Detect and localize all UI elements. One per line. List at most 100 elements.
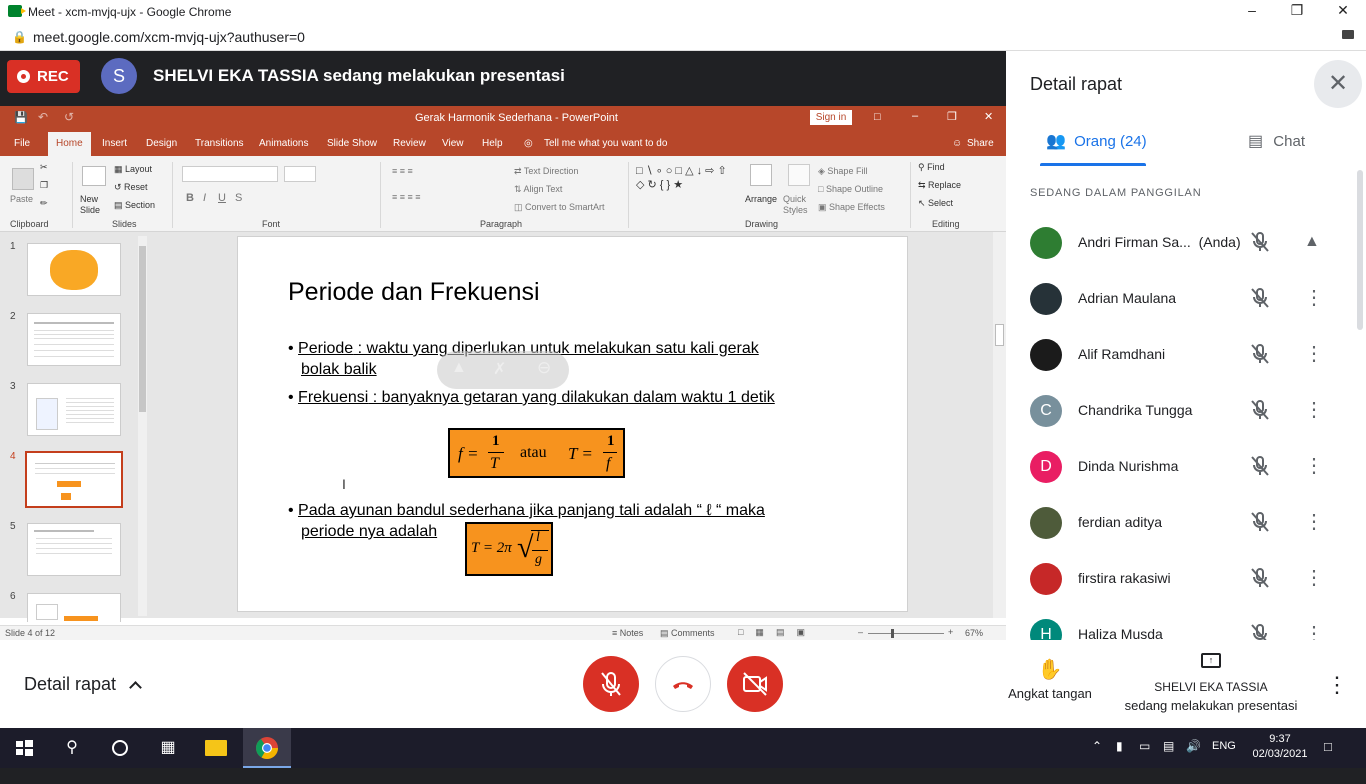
panel-scrollbar[interactable]: [1357, 170, 1363, 330]
new-slide-label: New Slide: [80, 194, 101, 215]
tab-home: Home: [48, 132, 91, 156]
slide-thumbnail-1: [27, 243, 121, 296]
tab-transitions: Transitions: [195, 138, 244, 149]
more-options-button[interactable]: ⋮: [1326, 672, 1348, 700]
active-tab-indicator: [1040, 163, 1146, 166]
zoom-out-icon: –: [858, 627, 864, 637]
tab-chat-label: Chat: [1273, 133, 1305, 150]
more-options-icon[interactable]: ⋮: [1304, 565, 1324, 591]
more-options-icon[interactable]: ⋮: [1304, 341, 1324, 367]
close-panel-button[interactable]: ✕: [1314, 60, 1362, 108]
chrome-taskbar-button[interactable]: [243, 728, 291, 768]
hand-icon: ✋: [1037, 659, 1063, 681]
ppt-ribbon-tabs: File Home Insert Design Transitions Anim…: [0, 130, 1006, 156]
leave-call-button[interactable]: [655, 656, 711, 712]
section-button: ▤ Section: [114, 200, 156, 210]
formula-den-T: T: [490, 455, 499, 472]
participant-row[interactable]: firstira rakasiwi ⋮: [1006, 551, 1360, 607]
participant-row[interactable]: ferdian aditya ⋮: [1006, 495, 1360, 551]
meeting-details-label: Detail rapat: [24, 674, 117, 694]
term-frekuensi: Frekuensi: [298, 389, 369, 406]
group-editing: Editing: [932, 219, 960, 229]
battery-icon[interactable]: ▭: [1139, 739, 1150, 753]
more-options-icon[interactable]: ⋮: [1304, 621, 1324, 640]
network-icon[interactable]: ▤: [1163, 739, 1174, 753]
restore-button[interactable]: ❐: [1282, 2, 1312, 22]
sqrt-icon: √: [517, 531, 534, 564]
volume-icon[interactable]: 🔊: [1186, 739, 1201, 753]
camera-indicator-icon[interactable]: [1342, 30, 1354, 39]
select-label: Select: [928, 198, 954, 208]
format-painter-icon: ✏: [40, 198, 48, 208]
tab-help: Help: [482, 138, 503, 149]
participant-row[interactable]: Adrian Maulana ⋮: [1006, 271, 1360, 327]
minimize-button[interactable]: –: [1237, 2, 1267, 22]
presentation-status-button[interactable]: ↑ SHELVI EKA TASSIA sedang melakukan pre…: [1118, 653, 1304, 713]
rec-label: REC: [37, 68, 69, 85]
windows-icon: [16, 740, 33, 756]
more-options-icon[interactable]: ⋮: [1304, 397, 1324, 423]
quick-styles-label: Quick Styles: [783, 194, 808, 215]
more-options-icon[interactable]: ⋮: [1304, 509, 1324, 535]
mic-off-button[interactable]: [583, 656, 639, 712]
avatar: [1030, 339, 1062, 371]
slide-thumbnail-6: [27, 593, 121, 622]
text-direction: ⇄ Text Direction: [514, 166, 579, 176]
raise-hand-label: Angkat tangan: [1008, 686, 1092, 701]
language-indicator[interactable]: ENG: [1212, 740, 1236, 752]
tray-chevron-icon[interactable]: ⌃: [1092, 739, 1102, 753]
cortana-icon[interactable]: [96, 728, 144, 768]
font-size-box: [284, 166, 316, 182]
muted-mic-icon: [1250, 567, 1270, 589]
participant-row[interactable]: Andri Firman Sa... (Anda) ▲: [1006, 215, 1360, 271]
tab-chat[interactable]: ▤ Chat: [1248, 131, 1305, 151]
arrange-icon: [750, 164, 772, 186]
thumb-number: 1: [10, 241, 16, 252]
participant-row[interactable]: Alif Ramdhani ⋮: [1006, 327, 1360, 383]
participant-row[interactable]: C Chandrika Tungga ⋮: [1006, 383, 1360, 439]
ppt-title-bar: 💾 ↶ ↺ Gerak Harmonik Sederhana - PowerPo…: [0, 106, 1006, 130]
copy-icon: ❐: [40, 180, 49, 190]
chevron-up-icon: [129, 681, 142, 694]
formula-num-1: 1: [492, 433, 500, 449]
search-icon[interactable]: ⚲: [48, 728, 96, 768]
convert-smartart: ◫ Convert to SmartArt: [514, 202, 605, 212]
slide-thumbnail-2: [27, 313, 121, 366]
chat-icon: ▤: [1248, 133, 1264, 150]
tab-people[interactable]: 👥 Orang (24): [1046, 131, 1147, 151]
meeting-details-button[interactable]: Detail rapat: [24, 674, 142, 695]
tab-review: Review: [393, 138, 426, 149]
clock[interactable]: 9:37 02/03/2021: [1250, 732, 1310, 762]
tab-insert: Insert: [102, 138, 128, 149]
raise-hand-button[interactable]: ✋ Angkat tangan: [1004, 657, 1096, 707]
address-bar[interactable]: 🔒 meet.google.com/xcm-mvjq-ujx?authuser=…: [0, 24, 1366, 51]
ppt-file-name: Gerak Harmonik Sederhana - PowerPoint: [415, 112, 618, 124]
pendulum-text: Pada ayunan bandul sederhana jika panjan…: [298, 502, 765, 519]
participant-name: Chandrika Tungga: [1078, 402, 1193, 418]
muted-mic-icon: [1250, 287, 1270, 309]
start-button[interactable]: [0, 728, 48, 768]
task-view-icon[interactable]: ▦: [144, 728, 192, 768]
more-options-icon[interactable]: ⋮: [1304, 453, 1324, 479]
presenter-banner: SHELVI EKA TASSIA sedang melakukan prese…: [153, 66, 565, 85]
mute-icon: ✗: [493, 361, 507, 378]
notes-button: ≡ Notes: [612, 628, 644, 638]
group-font: Font: [262, 219, 281, 229]
pendulum-text-line2: periode nya adalah: [301, 523, 438, 540]
lock-icon: 🔒: [12, 30, 27, 44]
name-text: Andri Firman Sa...: [1078, 234, 1191, 250]
more-options-icon[interactable]: ⋮: [1304, 285, 1324, 311]
ppt-minimize-icon: –: [912, 110, 919, 122]
close-window-button[interactable]: ✕: [1328, 2, 1358, 22]
mic-tray-icon[interactable]: ▮: [1116, 739, 1123, 753]
participant-row[interactable]: H Haliza Musda ⋮: [1006, 607, 1360, 640]
camera-off-icon: [743, 672, 767, 696]
notifications-icon[interactable]: □: [1324, 739, 1332, 754]
group-paragraph: Paragraph: [480, 219, 523, 229]
participant-row[interactable]: D Dinda Nurishma ⋮: [1006, 439, 1360, 495]
in-call-header: SEDANG DALAM PANGGILAN: [1030, 187, 1202, 199]
file-explorer-icon[interactable]: [192, 728, 240, 768]
shape-effects: ▣ Shape Effects: [818, 202, 885, 212]
camera-off-button[interactable]: [727, 656, 783, 712]
pin-participant-icon[interactable]: ▲: [1304, 229, 1320, 255]
